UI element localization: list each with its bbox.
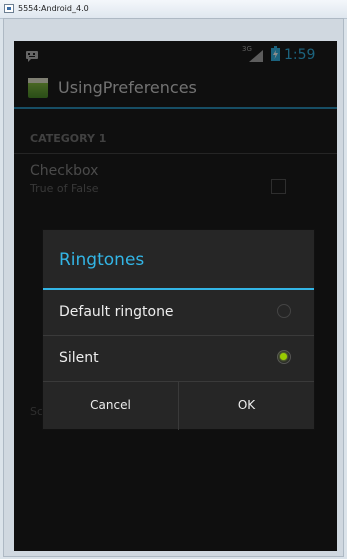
dialog-header: Ringtones — [43, 230, 314, 290]
ringtones-dialog: Ringtones Default ringtone Silent Cancel… — [42, 229, 315, 430]
dialog-title: Ringtones — [59, 250, 145, 270]
window-title: 5554:Android_4.0 — [18, 4, 89, 13]
radio-button-selected[interactable] — [277, 350, 291, 364]
emulator-window-icon — [4, 4, 14, 13]
option-label: Default ringtone — [59, 304, 174, 320]
option-label: Silent — [59, 350, 99, 366]
dialog-button-bar: Cancel OK — [43, 381, 314, 430]
option-default-ringtone[interactable]: Default ringtone — [43, 290, 314, 336]
device-screen: 3G 1:59 UsingPreferences CATEGORY 1 Chec… — [14, 41, 337, 551]
window-title-bar: 5554:Android_4.0 — [0, 0, 347, 19]
ok-button[interactable]: OK — [179, 382, 314, 430]
radio-button[interactable] — [277, 304, 291, 318]
option-silent[interactable]: Silent — [43, 336, 314, 382]
emulator-frame: 3G 1:59 UsingPreferences CATEGORY 1 Chec… — [3, 18, 344, 557]
cancel-button[interactable]: Cancel — [43, 382, 179, 430]
